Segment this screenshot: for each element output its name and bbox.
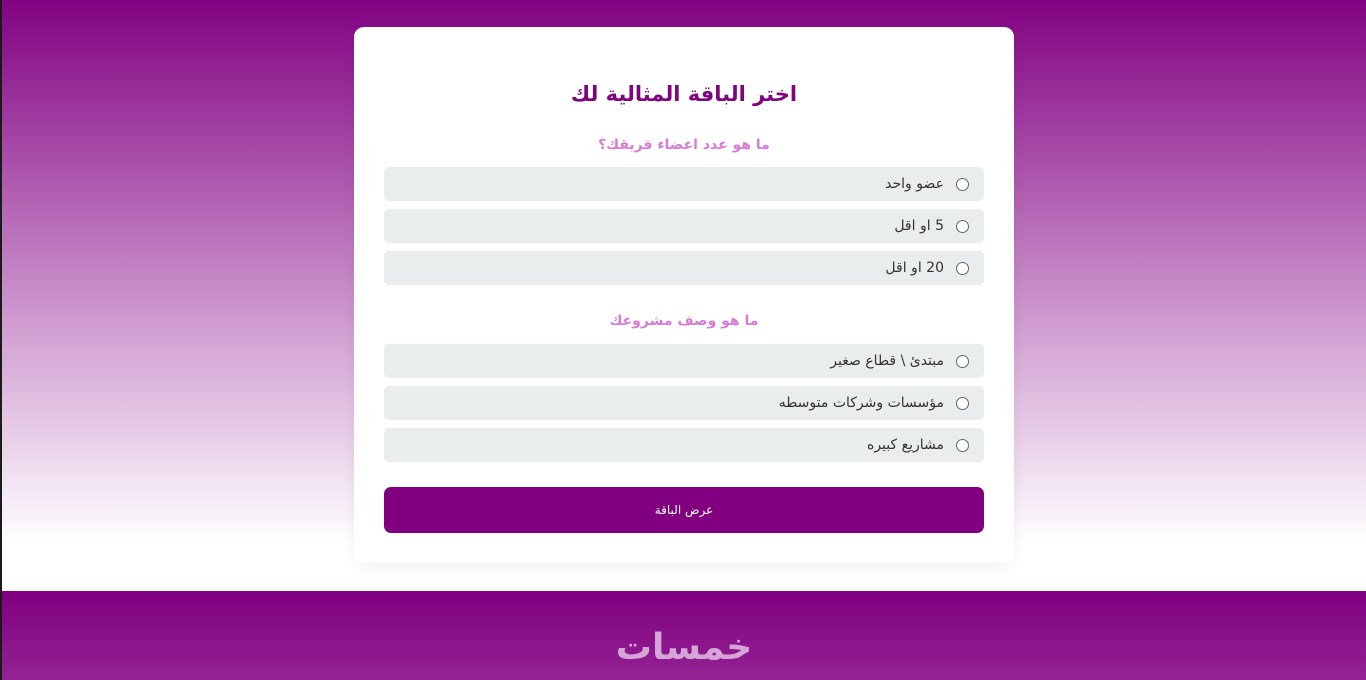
package-form-card: اختر الباقة المثالية لك ما هو عدد اعضاء … — [354, 27, 1014, 563]
project-type-options: مبتدئ \ قطاع صغير مؤسسات وشركات متوسطه م… — [384, 344, 984, 470]
option-label: 20 او اقل — [885, 260, 944, 276]
project-option-medium[interactable]: مؤسسات وشركات متوسطه — [384, 386, 984, 420]
project-option-small[interactable]: مبتدئ \ قطاع صغير — [384, 344, 984, 378]
option-label: 5 او اقل — [894, 218, 944, 234]
team-size-options: عضو واحد 5 او اقل 20 او اقل — [384, 167, 984, 293]
project-type-question: ما هو وصف مشروعك — [609, 313, 759, 329]
radio-button[interactable] — [956, 396, 969, 410]
radio-button[interactable] — [956, 219, 969, 233]
team-size-option-twenty[interactable]: 20 او اقل — [384, 251, 984, 285]
footer: خمسات — [2, 591, 1366, 680]
option-label: مؤسسات وشركات متوسطه — [778, 395, 944, 411]
project-option-large[interactable]: مشاريع كبيره — [384, 428, 984, 462]
team-size-option-one[interactable]: عضو واحد — [384, 167, 984, 201]
radio-button[interactable] — [956, 177, 969, 191]
option-label: عضو واحد — [885, 176, 944, 192]
radio-button[interactable] — [956, 261, 969, 275]
radio-button[interactable] — [956, 354, 969, 368]
footer-logo[interactable]: خمسات — [2, 627, 1366, 668]
show-package-button[interactable]: عرض الباقة — [384, 487, 984, 533]
option-label: مشاريع كبيره — [867, 437, 944, 453]
form-title: اختر الباقة المثالية لك — [570, 82, 798, 106]
option-label: مبتدئ \ قطاع صغير — [830, 353, 944, 369]
team-size-option-five[interactable]: 5 او اقل — [384, 209, 984, 243]
team-size-question: ما هو عدد اعضاء فريقك؟ — [598, 137, 770, 153]
radio-button[interactable] — [956, 438, 969, 452]
